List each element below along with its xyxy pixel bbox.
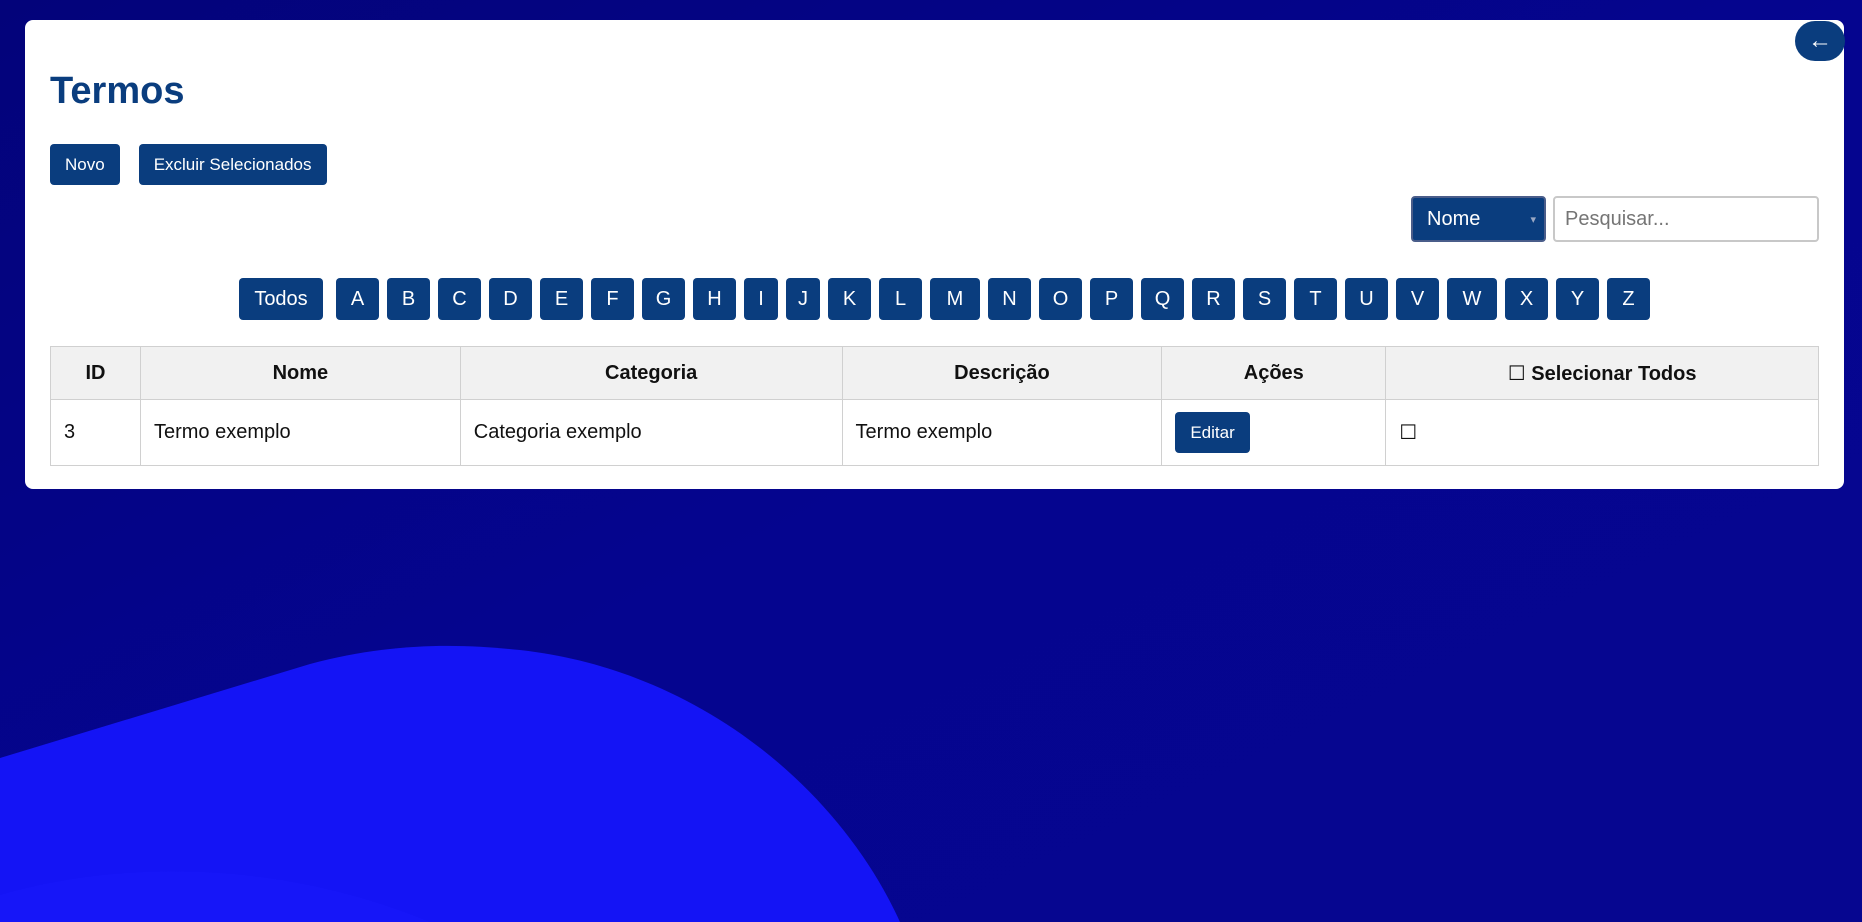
filter-letter-v[interactable]: V — [1396, 278, 1439, 320]
filter-letter-s[interactable]: S — [1243, 278, 1286, 320]
back-button[interactable]: ← — [1795, 21, 1845, 61]
column-header-category[interactable]: Categoria — [459, 346, 843, 400]
filter-letter-l[interactable]: L — [879, 278, 922, 320]
search-bar: Nome ▾ — [1411, 196, 1819, 242]
page-title: Termos — [50, 70, 185, 112]
column-header-id[interactable]: ID — [50, 346, 141, 400]
select-all-checkbox[interactable]: ☐ Selecionar Todos — [1385, 346, 1819, 400]
filter-letter-z[interactable]: Z — [1607, 278, 1650, 320]
alphabet-filter: Todos ABCDEFGHIJKLMNOPQRSTUVWXYZ — [239, 278, 1658, 320]
filter-letter-y[interactable]: Y — [1556, 278, 1599, 320]
filter-letter-r[interactable]: R — [1192, 278, 1235, 320]
filter-letter-m[interactable]: M — [930, 278, 980, 320]
filter-letter-x[interactable]: X — [1505, 278, 1548, 320]
filter-letter-j[interactable]: J — [786, 278, 820, 320]
cell-actions: Editar — [1161, 399, 1387, 466]
filter-letter-c[interactable]: C — [438, 278, 481, 320]
terms-card: ← Termos Novo Excluir Selecionados Nome … — [25, 20, 1845, 489]
search-input[interactable] — [1553, 196, 1819, 242]
filter-letter-k[interactable]: K — [828, 278, 871, 320]
filter-letter-o[interactable]: O — [1039, 278, 1082, 320]
edit-button[interactable]: Editar — [1175, 412, 1250, 453]
filter-letter-t[interactable]: T — [1294, 278, 1337, 320]
filter-letter-g[interactable]: G — [642, 278, 685, 320]
toolbar: Novo Excluir Selecionados — [50, 144, 327, 185]
cell-category: Categoria exemplo — [459, 399, 843, 466]
delete-selected-button[interactable]: Excluir Selecionados — [138, 144, 327, 185]
filter-all-button[interactable]: Todos — [239, 278, 323, 320]
column-header-name[interactable]: Nome — [139, 346, 461, 400]
cell-id: 3 — [50, 399, 141, 466]
filter-letter-u[interactable]: U — [1345, 278, 1388, 320]
arrow-left-icon: ← — [1808, 27, 1832, 54]
terms-table: ID Nome Categoria Descrição Ações ☐ Sele… — [50, 346, 1819, 466]
cell-select: ☐ — [1385, 399, 1819, 466]
filter-letter-p[interactable]: P — [1090, 278, 1133, 320]
filter-letter-q[interactable]: Q — [1141, 278, 1184, 320]
search-field-selected-value: Nome — [1427, 207, 1481, 230]
search-field-select[interactable]: Nome ▾ — [1411, 196, 1546, 242]
filter-letter-w[interactable]: W — [1447, 278, 1497, 320]
filter-letter-a[interactable]: A — [336, 278, 379, 320]
filter-letter-f[interactable]: F — [591, 278, 634, 320]
filter-letter-d[interactable]: D — [489, 278, 532, 320]
new-button[interactable]: Novo — [50, 144, 120, 185]
column-header-actions: Ações — [1161, 346, 1387, 400]
row-checkbox[interactable]: ☐ — [1399, 422, 1417, 444]
filter-letter-i[interactable]: I — [744, 278, 778, 320]
cell-description: Termo exemplo — [841, 399, 1163, 466]
cell-name: Termo exemplo — [139, 399, 461, 466]
filter-letter-b[interactable]: B — [387, 278, 430, 320]
column-header-description[interactable]: Descrição — [841, 346, 1163, 400]
filter-letter-e[interactable]: E — [540, 278, 583, 320]
filter-letter-n[interactable]: N — [988, 278, 1031, 320]
table-row: 3 Termo exemplo Categoria exemplo Termo … — [50, 399, 1819, 466]
table-header-row: ID Nome Categoria Descrição Ações ☐ Sele… — [50, 346, 1819, 400]
filter-letter-h[interactable]: H — [693, 278, 736, 320]
chevron-down-icon: ▾ — [1530, 213, 1536, 226]
